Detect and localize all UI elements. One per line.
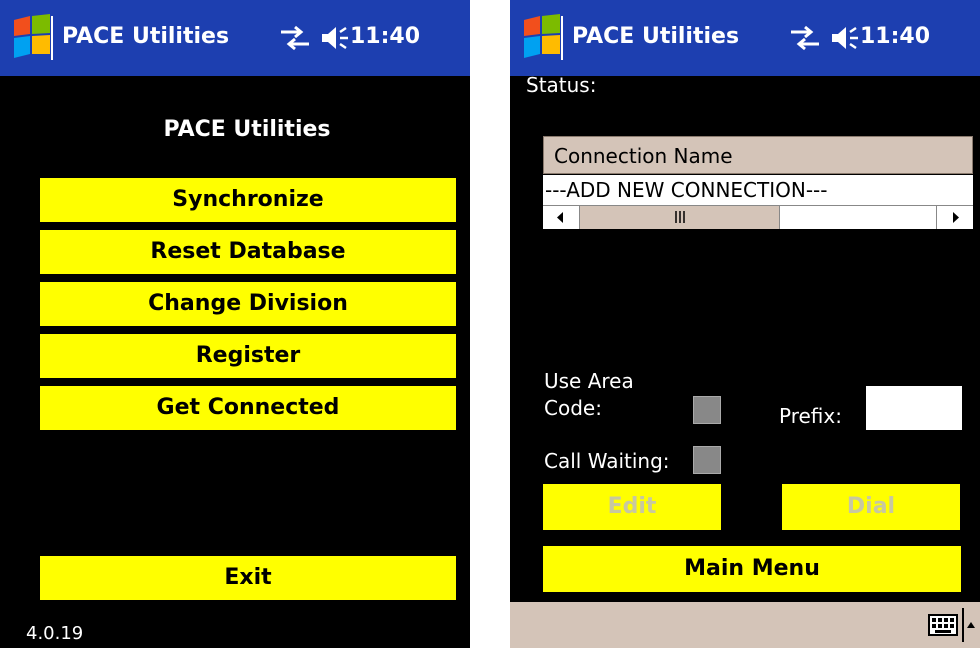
title-bar: PACE Utilities 11:40 xyxy=(510,0,980,76)
call-waiting-checkbox[interactable] xyxy=(693,446,721,474)
menu-title: PACE Utilities xyxy=(163,117,331,142)
version-label: 4.0.19 xyxy=(26,623,84,644)
use-area-code-label: Use Area xyxy=(544,369,634,393)
keyboard-icon[interactable] xyxy=(928,614,958,636)
synchronize-button[interactable]: Synchronize xyxy=(40,178,456,222)
speaker-volume-icon[interactable] xyxy=(320,24,350,52)
horizontal-scrollbar[interactable] xyxy=(543,205,973,229)
soft-key-bar xyxy=(510,602,980,648)
scroll-left-button[interactable] xyxy=(543,206,580,229)
call-waiting-label: Call Waiting: xyxy=(544,449,670,473)
main-menu-button[interactable]: Main Menu xyxy=(543,546,961,592)
column-header-connection-name[interactable]: Connection Name xyxy=(543,136,973,174)
input-panel-arrow-icon[interactable] xyxy=(962,608,976,642)
app-title: PACE Utilities xyxy=(572,24,740,49)
arrow-left-icon xyxy=(557,212,563,223)
scrollbar-thumb[interactable] xyxy=(580,206,780,229)
change-division-button[interactable]: Change Division xyxy=(40,282,456,326)
use-area-code-label-line2: Code: xyxy=(544,396,602,420)
register-button[interactable]: Register xyxy=(40,334,456,378)
title-bar: PACE Utilities 11:40 xyxy=(0,0,470,76)
grip-icon xyxy=(675,211,685,223)
list-item[interactable]: ---ADD NEW CONNECTION--- xyxy=(543,175,973,205)
connectivity-arrows-icon[interactable] xyxy=(277,24,313,52)
prefix-input[interactable] xyxy=(866,386,962,430)
arrow-right-icon xyxy=(953,212,959,223)
main-menu-screen: PACE Utilities 11:40 PACE Utilities Sync… xyxy=(0,0,470,648)
connection-screen: PACE Utilities 11:40 Status: Connection … xyxy=(510,0,980,648)
dial-button[interactable]: Dial xyxy=(782,484,960,530)
clock[interactable]: 11:40 xyxy=(350,22,420,52)
exit-button[interactable]: Exit xyxy=(40,556,456,600)
edit-button[interactable]: Edit xyxy=(543,484,721,530)
reset-database-button[interactable]: Reset Database xyxy=(40,230,456,274)
connectivity-arrows-icon[interactable] xyxy=(787,24,823,52)
scroll-right-button[interactable] xyxy=(936,206,973,229)
speaker-volume-icon[interactable] xyxy=(830,24,860,52)
status-label: Status: xyxy=(526,73,597,97)
clock[interactable]: 11:40 xyxy=(860,22,930,52)
windows-flag-icon[interactable] xyxy=(10,12,54,62)
app-title: PACE Utilities xyxy=(62,24,230,49)
use-area-code-checkbox[interactable] xyxy=(693,396,721,424)
get-connected-button[interactable]: Get Connected xyxy=(40,386,456,430)
windows-flag-icon[interactable] xyxy=(520,12,564,62)
prefix-label: Prefix: xyxy=(779,404,842,428)
connections-list[interactable]: Connection Name ---ADD NEW CONNECTION--- xyxy=(543,136,973,229)
